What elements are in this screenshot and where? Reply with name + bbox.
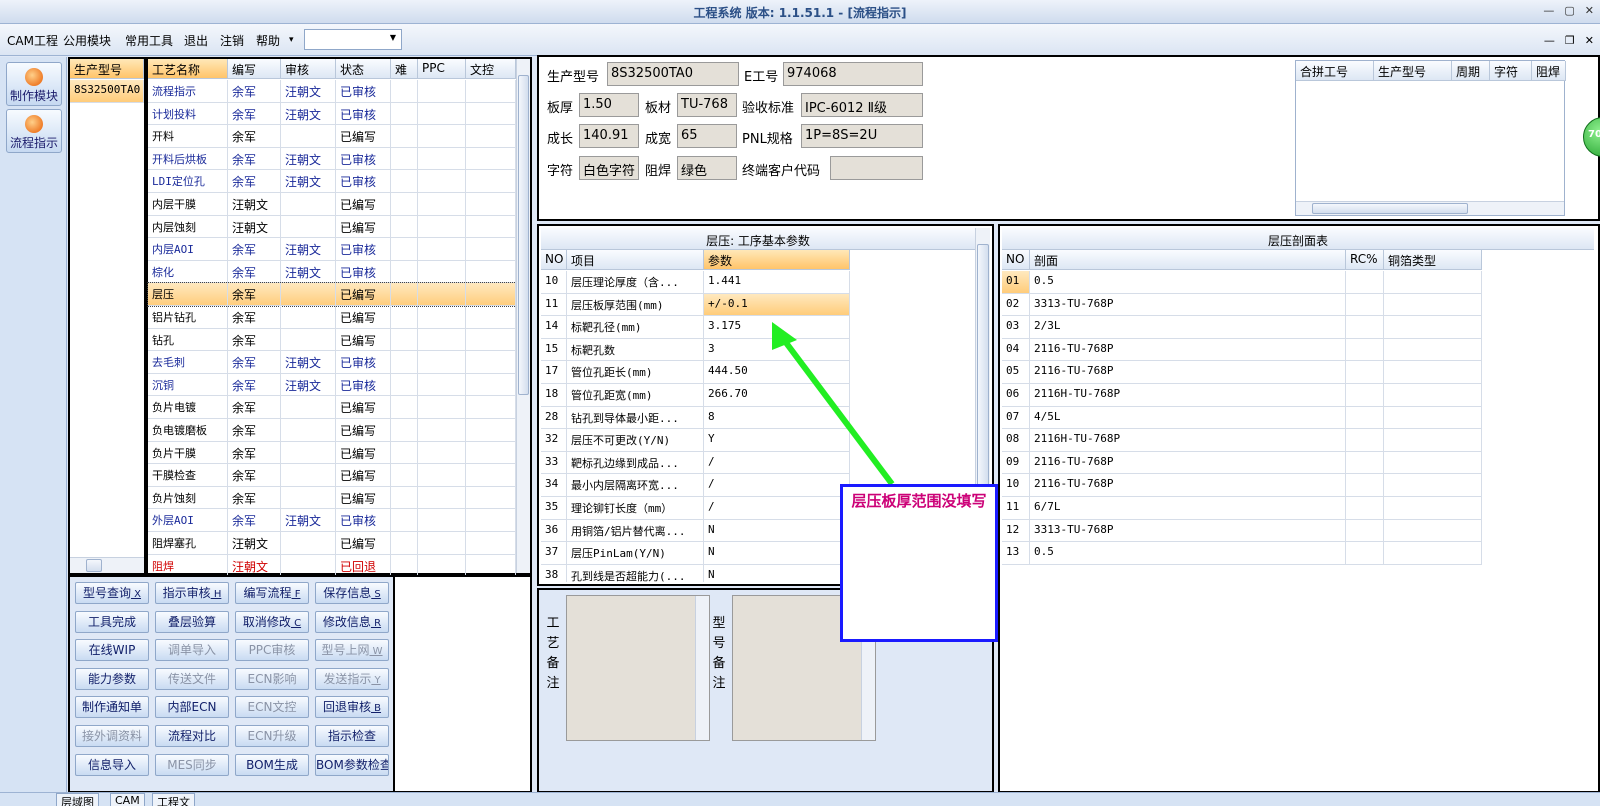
bottom-tab-bar: 层域图 CAM 工程文: [0, 792, 1600, 806]
arrow-head: [772, 322, 797, 350]
tab-engineering[interactable]: 工程文: [152, 793, 195, 806]
annotation-callout: 层压板厚范围没填写: [840, 484, 998, 642]
tab-layer[interactable]: 层域图: [56, 793, 99, 806]
arrow-line: [781, 338, 895, 486]
tab-cam[interactable]: CAM: [110, 793, 145, 806]
annotation-arrow: [772, 322, 895, 486]
